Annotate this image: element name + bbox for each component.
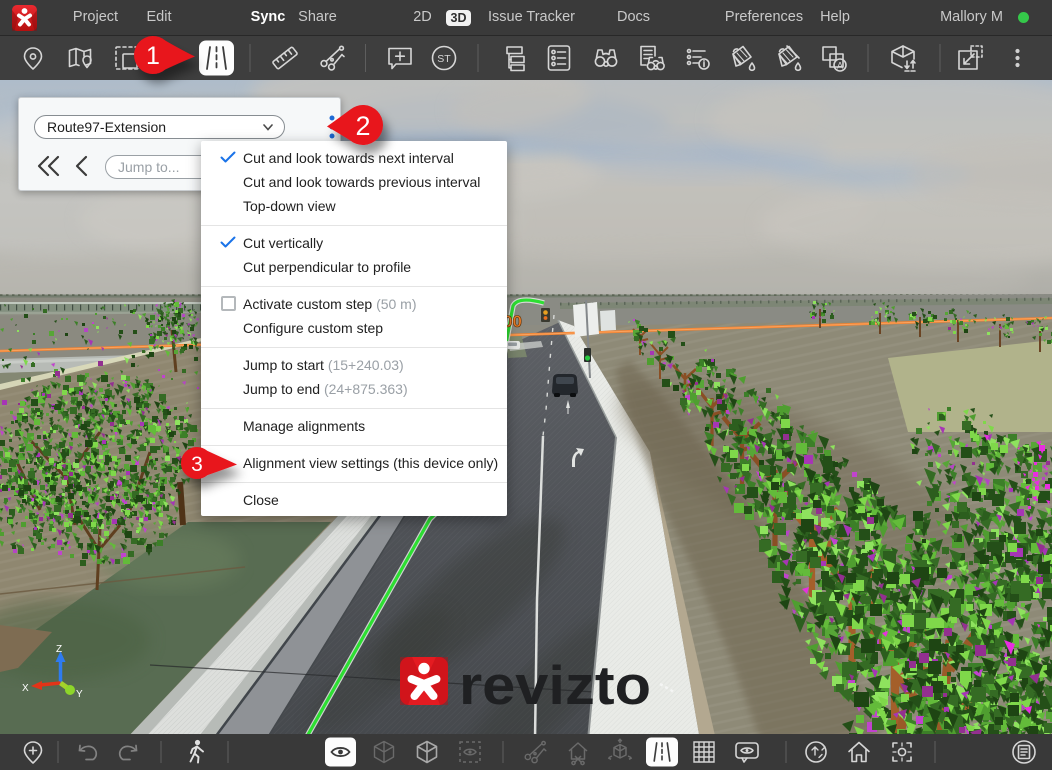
svg-text:1: 1 <box>146 42 160 70</box>
svg-text:2: 2 <box>355 111 370 141</box>
svg-text:3: 3 <box>191 453 203 476</box>
